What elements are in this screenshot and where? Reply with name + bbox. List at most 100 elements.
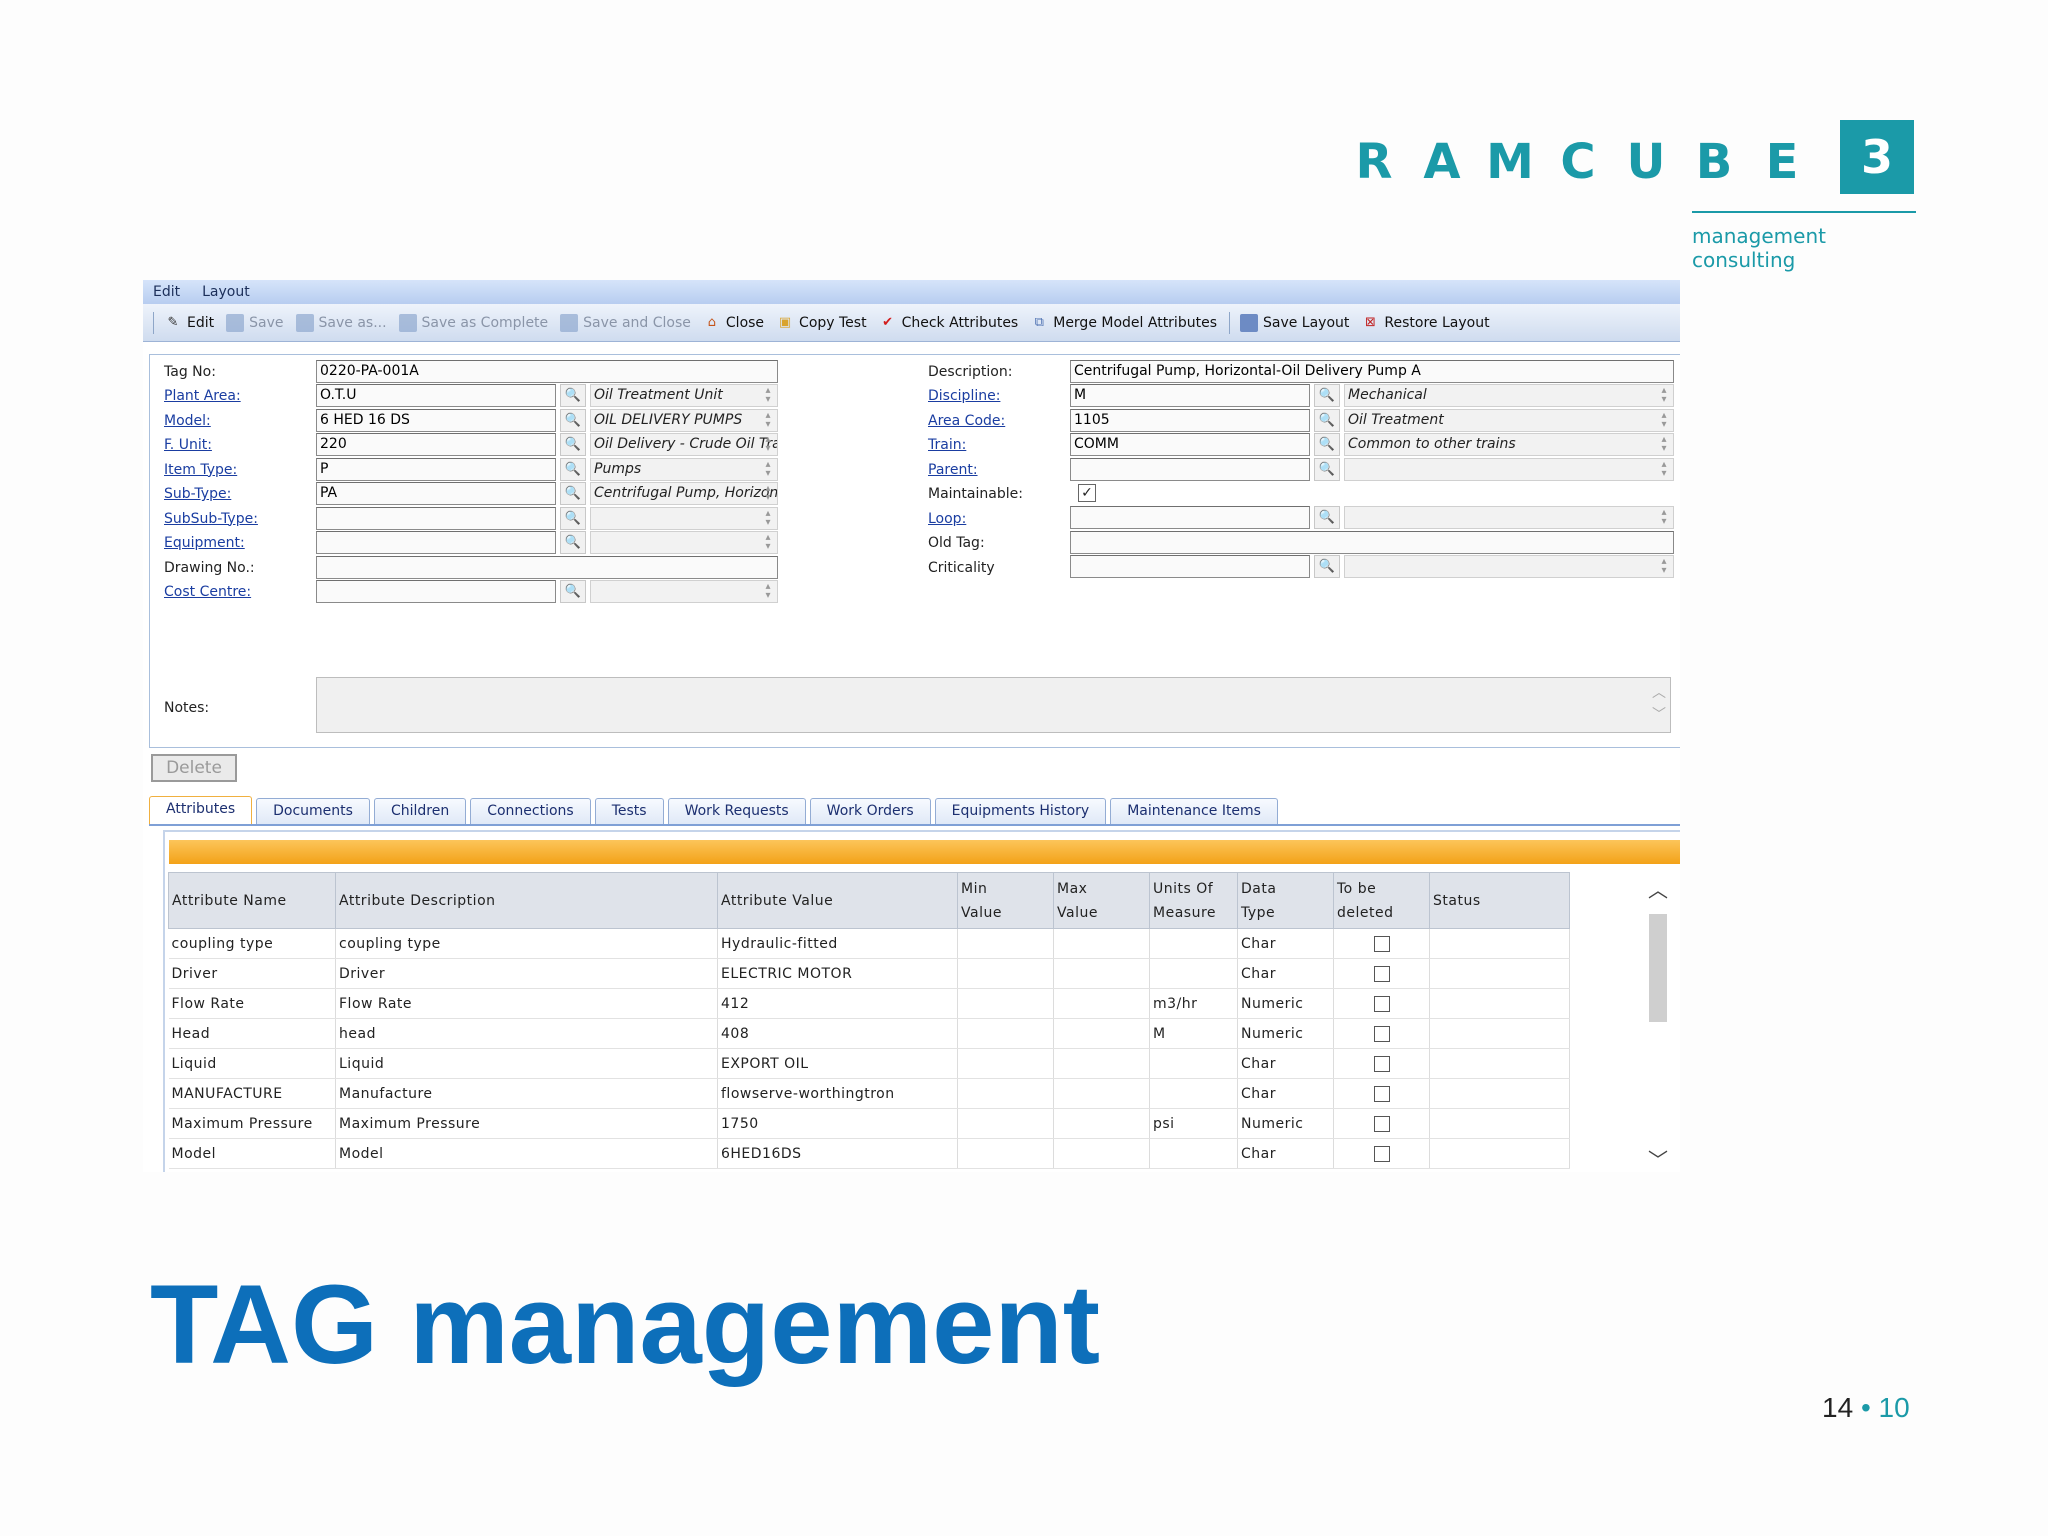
grid-header-min-value[interactable]: Min Value [957,872,1054,929]
grid-cell[interactable] [1429,1078,1570,1109]
grid-cell[interactable]: Char [1237,1078,1334,1109]
train-lookup-icon[interactable]: 🔍 [1314,433,1340,456]
sub-type-desc-field[interactable]: Centrifugal Pump, Horizontal ▴ ▾ [590,482,778,505]
tab-children[interactable]: Children [373,798,467,824]
grid-header-status[interactable]: Status [1429,872,1570,929]
tab-work-requests[interactable]: Work Requests [667,798,806,824]
grid-cell[interactable]: flowserve-worthingtron [717,1078,958,1109]
subsub-type-desc-field[interactable]: ▴ ▾ [590,506,778,530]
spinner-icon[interactable]: ▴ ▾ [1657,557,1671,576]
scroll-thumb[interactable] [1649,914,1667,1022]
grid-cell[interactable]: Driver [168,958,336,989]
grid-cell[interactable]: Hydraulic-fitted [717,928,958,959]
area-code-code-field[interactable]: 1105 [1070,408,1310,432]
spinner-icon[interactable]: ▴ ▾ [761,386,775,405]
drawing-no-field[interactable] [316,556,778,579]
grid-cell[interactable]: 6HED16DS [717,1138,958,1169]
grid-cell[interactable]: head [335,1018,718,1049]
train-code-field[interactable]: COMM [1070,433,1310,456]
notes-field[interactable]: ︿ ﹀ [316,677,1671,733]
grid-cell[interactable] [1149,928,1238,959]
grid-cell[interactable] [1149,1078,1238,1109]
table-row[interactable]: Maximum Pressure Maximum Pressure 1750 psi N… [168,1108,1570,1139]
grid-cell[interactable] [1053,928,1150,959]
grid-cell[interactable]: MANUFACTURE [168,1078,336,1109]
plant-area-label[interactable]: Plant Area: [164,388,241,404]
grid-header-data-type[interactable]: Data Type [1237,872,1334,929]
save-button[interactable]: Save [226,313,284,332]
discipline-code-field[interactable]: M [1070,384,1310,407]
spinner-icon[interactable]: ▴ ▾ [1657,386,1671,405]
criticality-lookup-icon[interactable]: 🔍 [1314,555,1340,578]
parent-lookup-icon[interactable]: 🔍 [1314,457,1340,481]
to-be-deleted-checkbox[interactable] [1373,1085,1390,1102]
grid-header-units-of-measure[interactable]: Units Of Measure [1149,872,1238,929]
tab-work-orders[interactable]: Work Orders [809,798,931,824]
to-be-deleted-checkbox[interactable] [1373,965,1390,982]
grid-cell[interactable]: Model [168,1138,336,1169]
grid-cell[interactable]: Flow Rate [335,988,718,1019]
sub-type-lookup-icon[interactable]: 🔍 [560,482,586,505]
loop-desc-field[interactable]: ▴ ▾ [1344,506,1674,529]
train-desc-field[interactable]: Common to other trains ▴ ▾ [1344,433,1674,456]
area-code-desc-field[interactable]: Oil Treatment ▴ ▾ [1344,408,1674,432]
tab-equipments-history[interactable]: Equipments History [934,798,1107,824]
grid-cell[interactable] [957,928,1054,959]
model-desc-field[interactable]: OIL DELIVERY PUMPS ▴ ▾ [590,408,778,432]
grid-cell[interactable] [1429,1138,1570,1169]
tab-tests[interactable]: Tests [594,798,664,824]
to-be-deleted-checkbox[interactable] [1373,1055,1390,1072]
item-type-desc-field[interactable]: Pumps ▴ ▾ [590,457,778,481]
tab-documents[interactable]: Documents [256,798,370,824]
grid-header-attribute-name[interactable]: Attribute Name [168,872,336,929]
spinner-icon[interactable]: ▴ ▾ [761,459,775,479]
discipline-desc-field[interactable]: Mechanical ▴ ▾ [1344,384,1674,407]
grid-cell[interactable] [1053,1048,1150,1079]
spinner-icon[interactable]: ▴ ▾ [1657,508,1671,527]
equipment-desc-field[interactable]: ▴ ▾ [590,531,778,554]
grid-cell[interactable]: 412 [717,988,958,1019]
subsub-type-label[interactable]: SubSub-Type: [164,511,258,527]
grid-cell[interactable] [957,958,1054,989]
f-unit-label[interactable]: F. Unit: [164,437,212,453]
spinner-icon[interactable]: ▴ ▾ [761,410,775,430]
plant-area-code-field[interactable]: O.T.U [316,384,556,407]
grid-header-max-value[interactable]: Max Value [1053,872,1150,929]
grid-cell[interactable] [957,1108,1054,1139]
grid-cell[interactable] [1429,958,1570,989]
grid-cell[interactable] [1053,958,1150,989]
cost-centre-code-field[interactable] [316,580,556,603]
grid-cell[interactable] [1149,1048,1238,1079]
item-type-lookup-icon[interactable]: 🔍 [560,457,586,481]
scroll-up-icon[interactable]: ︿ [1648,874,1668,903]
delete-button[interactable]: Delete [151,754,237,782]
equipment-label[interactable]: Equipment: [164,535,245,551]
grid-cell[interactable] [1053,1108,1150,1139]
grid-cell[interactable] [957,1078,1054,1109]
grid-cell[interactable] [957,1018,1054,1049]
loop-label[interactable]: Loop: [928,511,966,527]
grid-cell[interactable] [1429,988,1570,1019]
tab-connections[interactable]: Connections [470,798,591,824]
tab-maintenance-items[interactable]: Maintenance Items [1110,798,1278,824]
plant-area-lookup-icon[interactable]: 🔍 [560,384,586,407]
grid-cell[interactable] [1053,1078,1150,1109]
grid-cell[interactable] [1053,988,1150,1019]
grid-cell[interactable]: Char [1237,928,1334,959]
grid-header-attribute-value[interactable]: Attribute Value [717,872,958,929]
grid-cell[interactable]: Model [335,1138,718,1169]
grid-scrollbar[interactable]: ︿ ﹀ [1646,874,1670,1172]
loop-lookup-icon[interactable]: 🔍 [1314,506,1340,529]
grid-cell[interactable] [1149,958,1238,989]
sub-type-code-field[interactable]: PA [316,482,556,505]
grid-cell[interactable]: Numeric [1237,1018,1334,1049]
grid-cell[interactable]: Char [1237,958,1334,989]
grid-cell[interactable]: coupling type [335,928,718,959]
cost-centre-desc-field[interactable]: ▴ ▾ [590,580,778,603]
check-attributes-button[interactable]: ✔ Check Attributes [879,314,1018,332]
grid-cell[interactable]: Numeric [1237,988,1334,1019]
model-lookup-icon[interactable]: 🔍 [560,408,586,432]
copy-test-button[interactable]: ▣ Copy Test [776,314,867,332]
model-label[interactable]: Model: [164,413,211,429]
grid-cell[interactable] [1429,928,1570,959]
